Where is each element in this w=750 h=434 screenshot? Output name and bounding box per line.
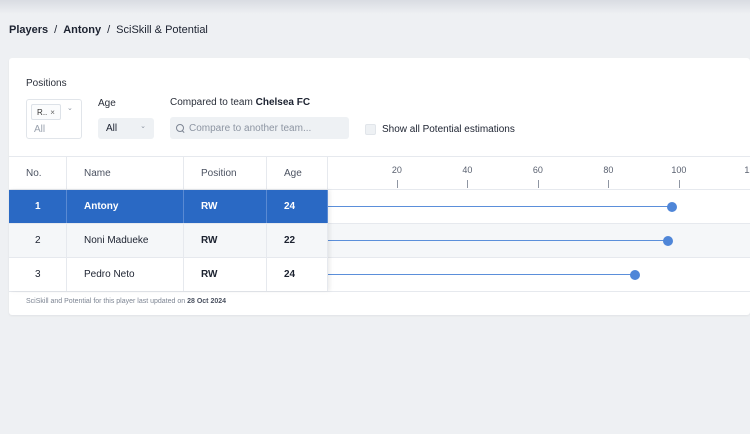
cell-no: 3 [9, 258, 67, 291]
breadcrumb-player[interactable]: Antony [63, 24, 101, 36]
sciskill-card: Positions R.. × ⌄ All Age All ⌄ Compared… [9, 58, 750, 315]
scale-tick-mark [396, 180, 398, 188]
show-all-potential-toggle[interactable]: Show all Potential estimations [365, 124, 515, 135]
table-row[interactable]: 2 Noni Madueke RW 22 [9, 224, 750, 258]
scale-tick-label: 12 [744, 165, 750, 175]
table-header: No. Name Position Age 20 40 60 80 100 12 [9, 156, 750, 190]
last-updated-text: SciSkill and Potential for this player l… [26, 298, 186, 305]
scale-tick-label: 80 [603, 165, 614, 175]
sciskill-marker[interactable] [629, 270, 640, 280]
scale-tick-label: 100 [671, 165, 687, 175]
breadcrumb-players[interactable]: Players [9, 24, 48, 36]
scale-tick-mark [678, 180, 680, 188]
search-icon [176, 123, 185, 133]
position-chip[interactable]: R.. × [31, 104, 61, 120]
chevron-down-icon[interactable]: ⌄ [67, 104, 73, 112]
scale-tick-label: 60 [532, 165, 543, 175]
header-age[interactable]: Age [267, 157, 328, 190]
sciskill-marker[interactable] [663, 236, 674, 246]
cell-no: 2 [9, 224, 67, 257]
chevron-down-icon: ⌄ [140, 123, 146, 130]
header-position[interactable]: Position [184, 157, 267, 190]
show-all-potential-checkbox[interactable] [365, 124, 376, 135]
scale-tick-label: 40 [462, 165, 473, 175]
scale-tick-mark [608, 180, 610, 188]
compared-team-name: Chelsea FC [255, 97, 311, 108]
sciskill-bar-line [328, 240, 669, 241]
compare-team-input[interactable] [189, 122, 339, 134]
cell-age: 24 [267, 190, 328, 223]
position-chip-label: R.. [37, 107, 48, 117]
compare-team-search[interactable] [170, 117, 349, 139]
cell-age: 24 [267, 258, 328, 291]
sciskill-marker[interactable] [666, 202, 677, 212]
positions-placeholder: All [34, 124, 46, 135]
cell-name[interactable]: Antony [67, 190, 184, 223]
header-name[interactable]: Name [67, 157, 184, 190]
header-no[interactable]: No. [9, 157, 67, 190]
table-row[interactable]: 3 Pedro Neto RW 24 [9, 258, 750, 292]
sciskill-bar-area [328, 258, 750, 291]
last-updated-note: SciSkill and Potential for this player l… [26, 298, 226, 305]
compared-to-team-label: Compared to team Chelsea FC [170, 97, 310, 108]
age-label: Age [98, 98, 116, 109]
sciskill-bar-area [328, 190, 750, 223]
close-icon[interactable]: × [50, 108, 55, 117]
table-row[interactable]: 1 Antony RW 24 [9, 190, 750, 224]
sciskill-bar-area [328, 224, 750, 257]
sciskill-bar-line [328, 274, 635, 275]
cell-no: 1 [9, 190, 67, 223]
cell-position: RW [184, 190, 267, 223]
compared-prefix: Compared to team [170, 97, 253, 108]
scale-tick-mark [467, 180, 469, 188]
positions-filter[interactable]: R.. × ⌄ All [26, 99, 82, 139]
show-all-potential-label: Show all Potential estimations [382, 124, 515, 135]
breadcrumb-separator: / [54, 24, 58, 36]
value-scale: 20 40 60 80 100 12 [328, 157, 750, 190]
breadcrumb: Players / Antony / SciSkill & Potential [9, 24, 208, 36]
age-select[interactable]: All ⌄ [98, 118, 154, 139]
cell-position: RW [184, 224, 267, 257]
breadcrumb-current: SciSkill & Potential [116, 24, 208, 36]
cell-name[interactable]: Pedro Neto [67, 258, 184, 291]
last-updated-date: 28 Oct 2024 [187, 298, 227, 305]
scale-tick-label: 20 [391, 165, 402, 175]
breadcrumb-separator: / [107, 24, 111, 36]
age-select-value: All [106, 123, 118, 134]
positions-label: Positions [26, 78, 67, 89]
cell-position: RW [184, 258, 267, 291]
scale-tick-mark [537, 180, 539, 188]
cell-name[interactable]: Noni Madueke [67, 224, 184, 257]
cell-age: 22 [267, 224, 328, 257]
top-shadow [0, 0, 750, 14]
sciskill-bar-line [328, 206, 672, 207]
